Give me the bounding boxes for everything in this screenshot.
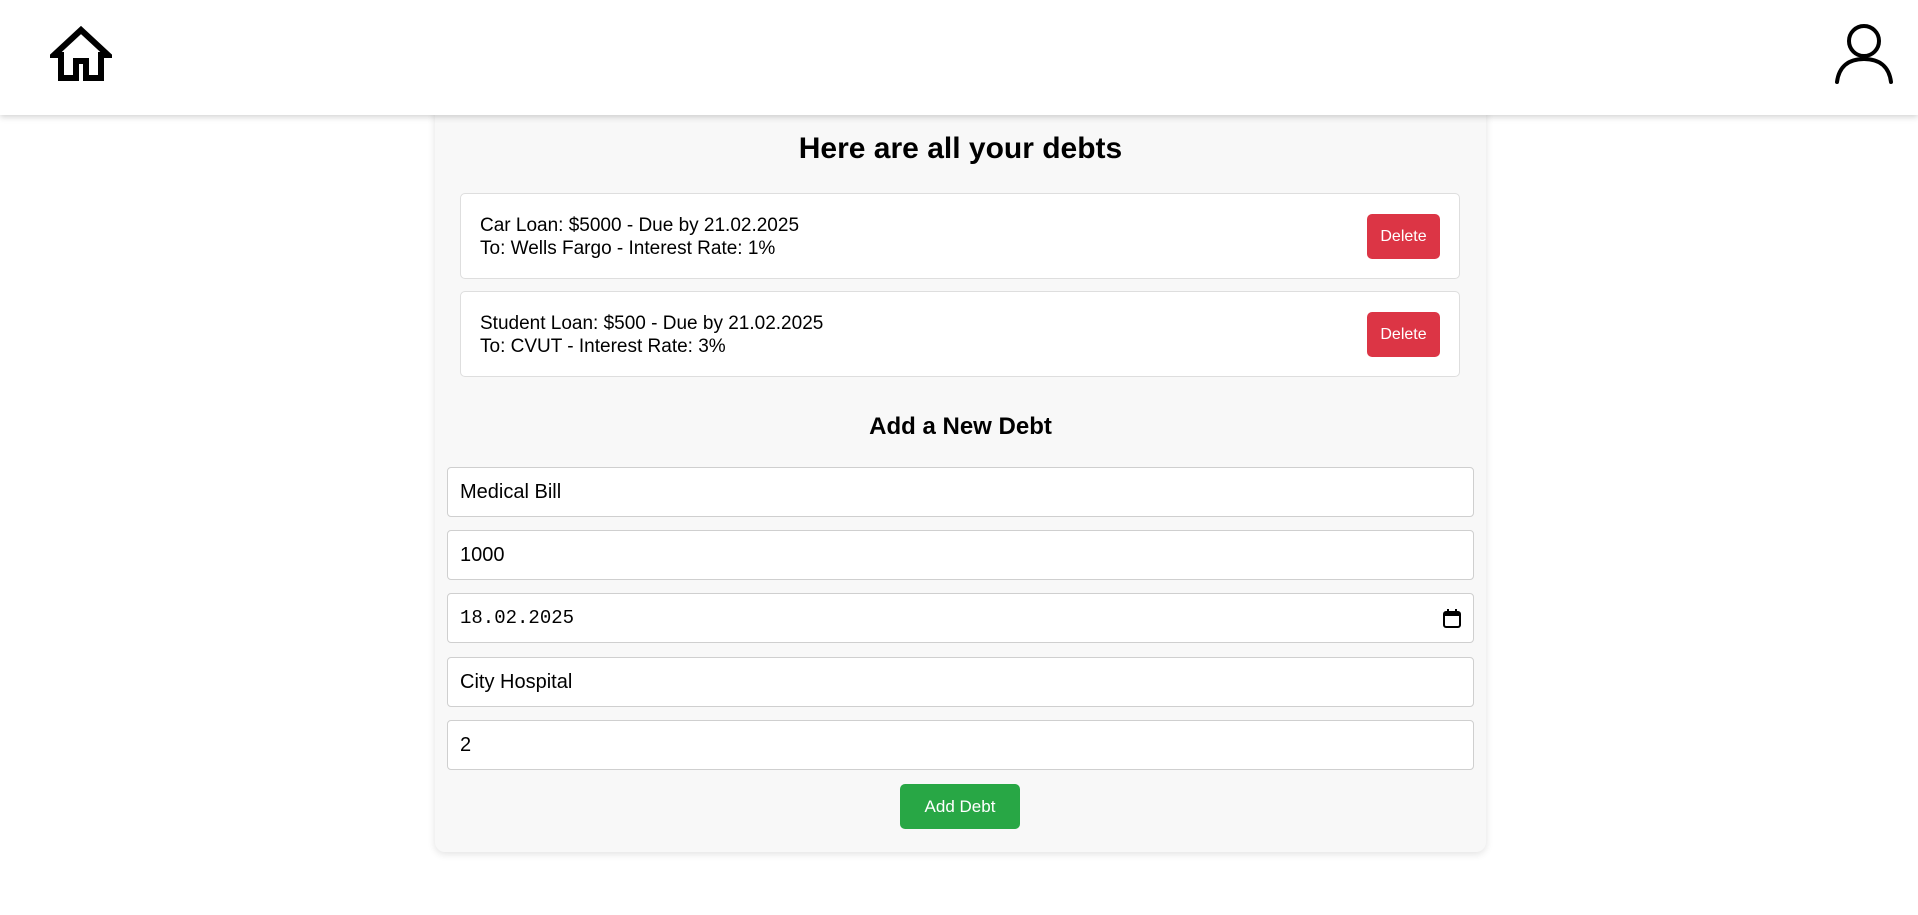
debts-panel: Here are all your debts Car Loan: $5000 … <box>435 100 1486 852</box>
debts-title: Here are all your debts <box>798 132 1123 165</box>
debt-card: Student Loan: $500 - Due by 21.02.2025 T… <box>460 291 1460 377</box>
debt-card: Car Loan: $5000 - Due by 21.02.2025 To: … <box>460 193 1460 279</box>
profile-button[interactable] <box>1833 22 1895 86</box>
debt-amount-input[interactable]: 1000 <box>447 530 1474 580</box>
delete-debt-button[interactable]: Delete <box>1367 312 1440 357</box>
debt-creditor: To: CVUT - Interest Rate: 3% <box>480 336 726 357</box>
add-debt-button[interactable]: Add Debt <box>900 784 1020 829</box>
debt-summary: Car Loan: $5000 - Due by 21.02.2025 <box>480 215 800 236</box>
home-icon <box>46 25 116 81</box>
add-debt-title: Add a New Debt <box>869 413 1052 440</box>
debt-details: Student Loan: $500 - Due by 21.02.2025 T… <box>480 312 823 358</box>
debt-name-input[interactable]: Medical Bill <box>447 467 1474 517</box>
home-button[interactable] <box>46 25 116 83</box>
top-navbar <box>0 0 1918 115</box>
debt-summary: Student Loan: $500 - Due by 21.02.2025 <box>480 313 824 334</box>
due-date-input[interactable]: 18.02.2025 <box>447 593 1474 643</box>
debt-details: Car Loan: $5000 - Due by 21.02.2025 To: … <box>480 214 799 260</box>
delete-debt-button[interactable]: Delete <box>1367 214 1440 259</box>
user-icon <box>1835 24 1893 84</box>
creditor-input[interactable]: City Hospital <box>447 657 1474 707</box>
debt-creditor: To: Wells Fargo - Interest Rate: 1% <box>480 238 776 259</box>
calendar-icon[interactable] <box>1443 609 1461 628</box>
interest-rate-input[interactable]: 2 <box>447 720 1474 770</box>
due-date-value: 18.02.2025 <box>460 607 575 629</box>
